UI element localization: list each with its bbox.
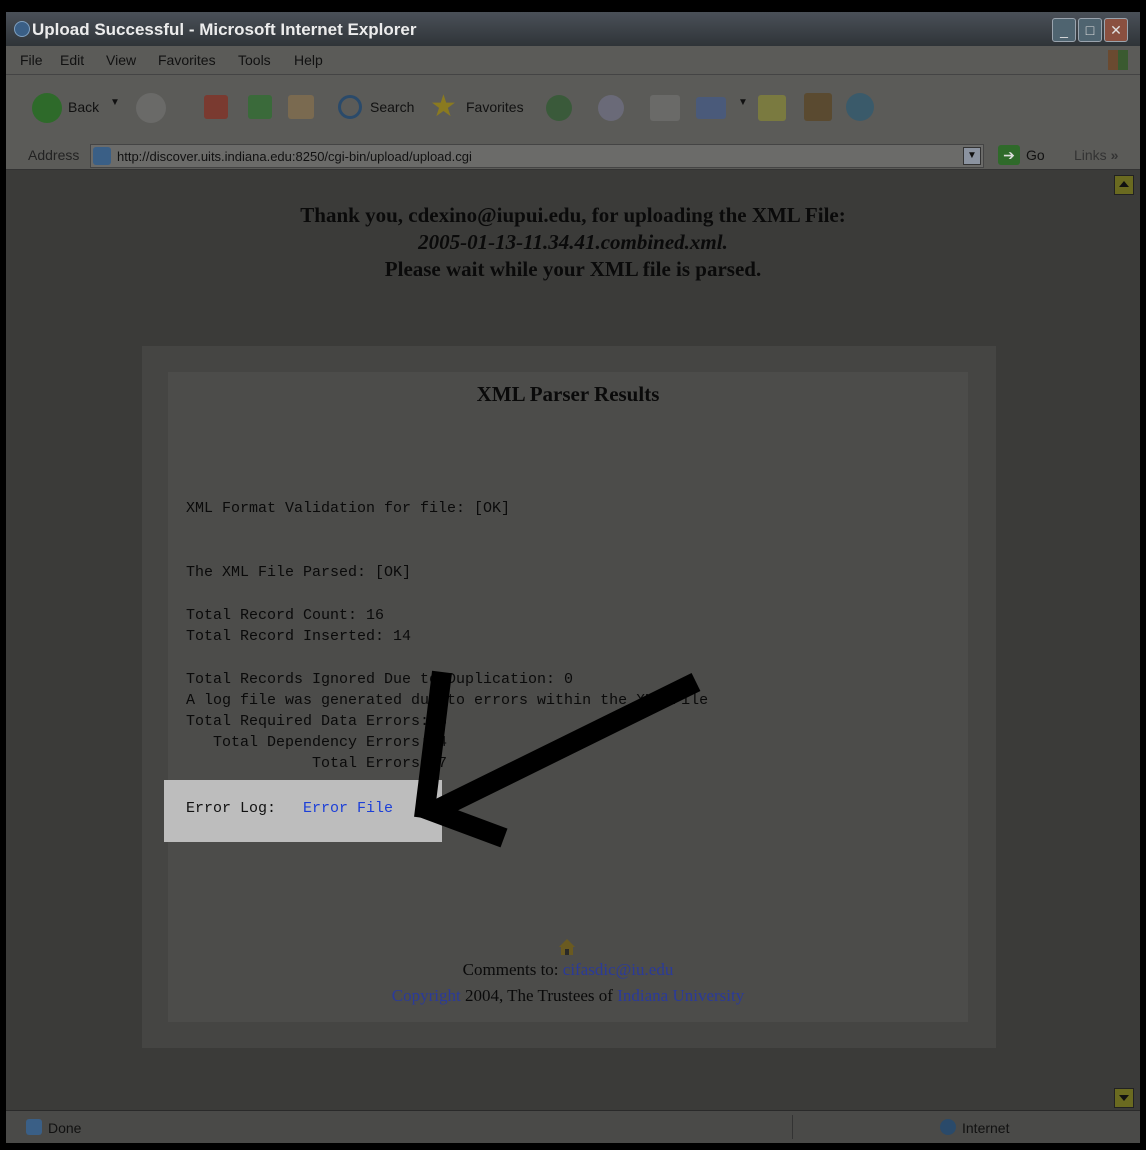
menu-favorites[interactable]: Favorites: [158, 52, 216, 68]
security-zone: Internet: [962, 1120, 1010, 1136]
home-button-icon[interactable]: [288, 95, 314, 119]
annotation-arrow: [414, 670, 701, 848]
scroll-down-button[interactable]: [1114, 1088, 1134, 1108]
search-label: Search: [370, 99, 415, 115]
error-log-label: Error Log:: [186, 800, 277, 817]
error-file-link[interactable]: Error File: [303, 800, 393, 817]
chevron-right-icon: »: [1110, 147, 1119, 163]
format-validation-line: XML Format Validation for file: [OK]: [186, 500, 511, 517]
footer-comments: Comments to: cifasdic@iu.edu: [168, 960, 968, 980]
status-bar: Done Internet: [6, 1110, 1140, 1143]
menu-tools[interactable]: Tools: [238, 52, 271, 68]
search-icon: [338, 95, 362, 119]
menu-help[interactable]: Help: [294, 52, 323, 68]
refresh-icon[interactable]: [248, 95, 272, 119]
parsed-line: The XML File Parsed: [OK]: [186, 564, 412, 581]
comments-prefix: Comments to:: [462, 960, 563, 979]
favorites-label: Favorites: [466, 99, 524, 115]
windows-logo-icon: [1108, 50, 1128, 70]
thank-you-message: Thank you, cdexino@iupui.edu, for upload…: [6, 202, 1140, 283]
address-dropdown-icon[interactable]: ▼: [963, 147, 981, 165]
edit-chevron-icon[interactable]: ▼: [738, 97, 748, 108]
indiana-university-link[interactable]: Indiana University: [617, 986, 744, 1005]
home-icon[interactable]: [558, 938, 576, 956]
forward-icon[interactable]: [136, 93, 166, 123]
stop-icon[interactable]: [204, 95, 228, 119]
address-label: Address: [28, 147, 80, 163]
results-title: XML Parser Results: [476, 382, 660, 406]
title-bar: Upload Successful - Microsoft Internet E…: [6, 12, 1140, 46]
minimize-button[interactable]: _: [1052, 18, 1076, 42]
links-button[interactable]: Links »: [1074, 147, 1118, 163]
go-button[interactable]: ➔ Go: [996, 144, 1052, 166]
page-icon: [93, 147, 111, 165]
globe-icon: [940, 1119, 956, 1135]
record-inserted-line: Total Record Inserted: 14: [186, 628, 412, 645]
menu-bar: File Edit View Favorites Tools Help: [6, 46, 1140, 75]
uploaded-file-name: 2005-01-13-11.34.41.combined.xml.: [418, 230, 728, 254]
address-input[interactable]: [117, 147, 957, 165]
scroll-up-button[interactable]: [1114, 175, 1134, 195]
back-label: Back: [68, 99, 100, 115]
print-icon[interactable]: [650, 95, 680, 121]
record-count-line: Total Record Count: 16: [186, 607, 385, 624]
copyright-text: 2004, The Trustees of: [460, 986, 618, 1005]
go-label: Go: [1026, 147, 1045, 163]
edit-icon[interactable]: [696, 97, 726, 119]
research-icon[interactable]: [804, 93, 832, 121]
page-done-icon: [26, 1119, 42, 1135]
footer-copyright: Copyright 2004, The Trustees of Indiana …: [168, 986, 968, 1006]
history-icon[interactable]: [546, 95, 572, 121]
messenger-icon[interactable]: [846, 93, 874, 121]
favorites-star-icon: ★: [430, 90, 457, 123]
ie-icon: [14, 21, 30, 37]
menu-file[interactable]: File: [20, 52, 43, 68]
back-icon: [32, 93, 62, 123]
menu-view[interactable]: View: [106, 52, 136, 68]
browser-window: Upload Successful - Microsoft Internet E…: [6, 12, 1140, 1143]
status-text: Done: [48, 1120, 82, 1136]
copyright-link[interactable]: Copyright: [392, 986, 461, 1005]
menu-edit[interactable]: Edit: [60, 52, 84, 68]
comments-email-link[interactable]: cifasdic@iu.edu: [563, 960, 674, 979]
address-bar: Address ▼ ➔ Go Links »: [6, 141, 1140, 170]
toolbar: Back ▼ Search ★ Favorites ▼: [6, 75, 1140, 142]
links-label: Links: [1074, 147, 1107, 163]
maximize-button[interactable]: □: [1078, 18, 1102, 42]
address-box: ▼: [90, 144, 984, 168]
status-panes: [792, 1115, 928, 1139]
go-arrow-icon: ➔: [998, 145, 1020, 165]
chevron-down-icon: ▼: [110, 97, 120, 108]
mail-icon[interactable]: [598, 95, 624, 121]
thanks-line: Thank you, cdexino@iupui.edu, for upload…: [300, 203, 846, 227]
wait-line: Please wait while your XML file is parse…: [384, 257, 762, 281]
window-title: Upload Successful - Microsoft Internet E…: [32, 20, 417, 39]
discuss-icon[interactable]: [758, 95, 786, 121]
page-content: Thank you, cdexino@iupui.edu, for upload…: [6, 170, 1140, 1110]
close-button[interactable]: ✕: [1104, 18, 1128, 42]
